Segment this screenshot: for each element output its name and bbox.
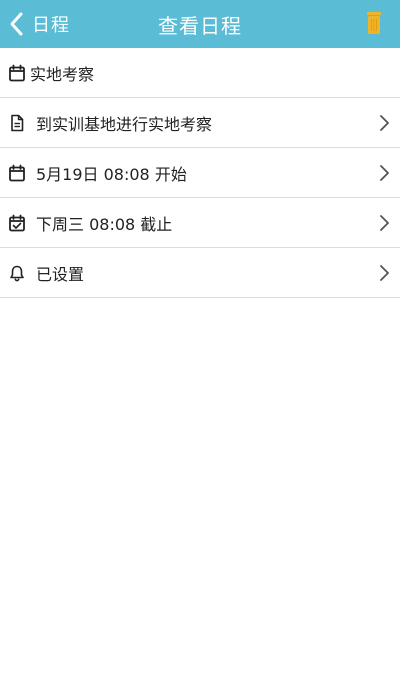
back-button[interactable]: 日程	[6, 0, 70, 48]
chevron-right-icon	[380, 215, 389, 231]
list-item-description[interactable]: 到实训基地进行实地考察	[0, 98, 400, 148]
top-bar: 日程 查看日程	[0, 0, 400, 48]
reminder-label: 已设置	[36, 264, 85, 284]
chevron-left-icon	[10, 12, 23, 36]
list-item-deadline[interactable]: 下周三 08:08 截止	[0, 198, 400, 248]
deadline-label: 下周三 08:08 截止	[36, 214, 173, 234]
chevron-right-icon	[380, 265, 389, 281]
calendar-check-icon	[9, 214, 25, 231]
list-item-start-time[interactable]: 5月19日 08:08 开始	[0, 148, 400, 198]
description-label: 到实训基地进行实地考察	[36, 114, 213, 134]
schedule-detail-list: 到实训基地进行实地考察 5月19日 08:08 开始 下周三 08:08 截止 …	[0, 98, 400, 298]
chevron-right-icon	[380, 165, 389, 181]
bell-icon	[10, 265, 24, 281]
document-icon	[11, 114, 24, 131]
start-time-label: 5月19日 08:08 开始	[36, 164, 187, 184]
schedule-detail-screen: 日程 查看日程 实地考察 到实训基地进行实地考察 5月19日 08:08 开始 …	[0, 0, 400, 700]
back-label: 日程	[32, 15, 70, 36]
chevron-right-icon	[380, 115, 389, 131]
list-item-reminder[interactable]: 已设置	[0, 248, 400, 298]
calendar-icon	[9, 64, 25, 81]
category-label: 实地考察	[30, 64, 95, 84]
schedule-category-header: 实地考察	[0, 48, 400, 98]
calendar-icon	[9, 164, 25, 181]
trash-icon[interactable]	[366, 12, 382, 34]
